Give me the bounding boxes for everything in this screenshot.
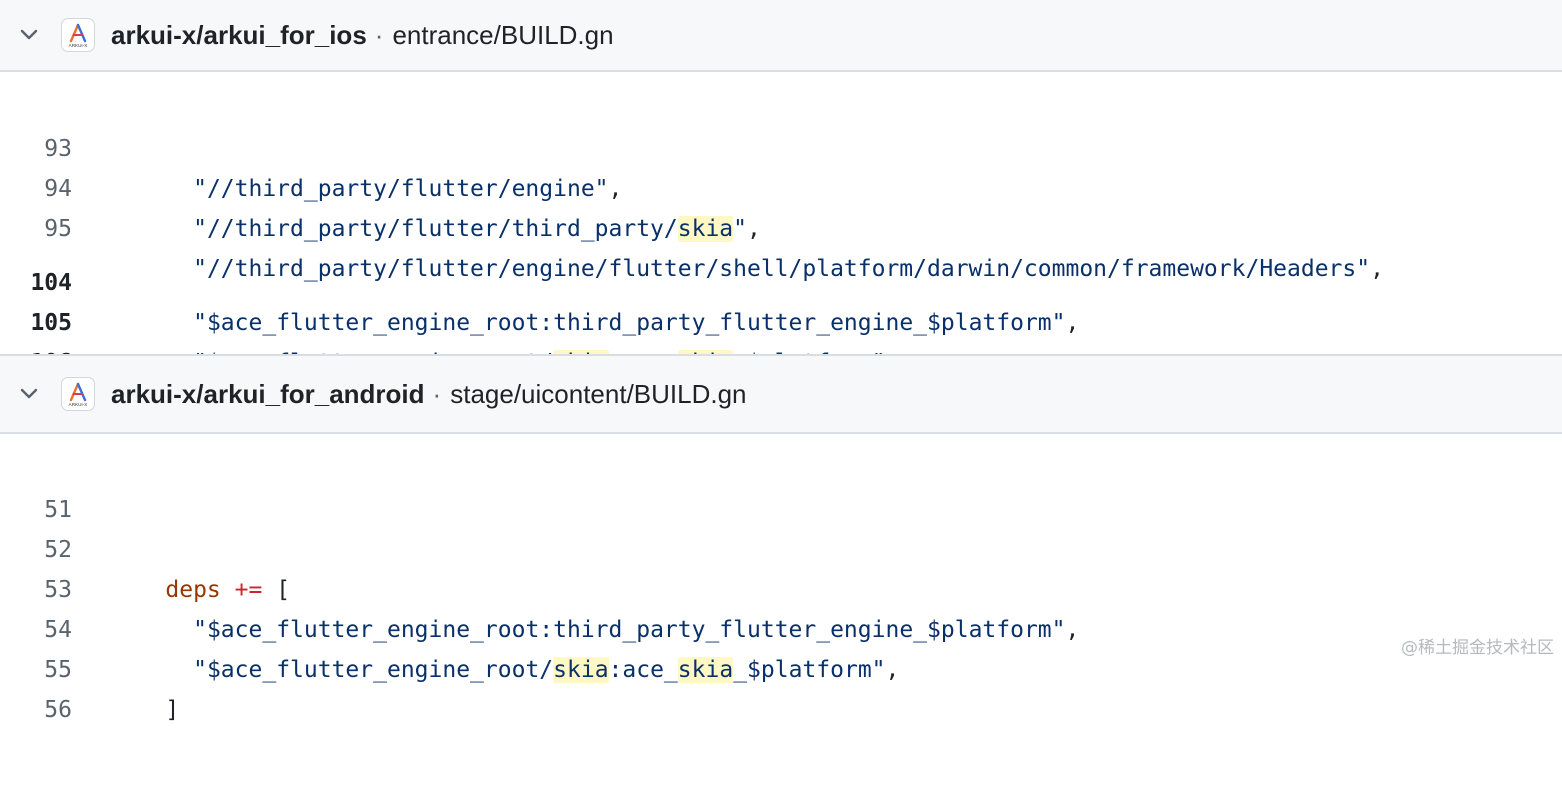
code-line: 51 — [0, 450, 1562, 523]
file-header: ARKUI-X arkui-x/arkui_for_android · stag… — [0, 354, 1562, 434]
watermark: @稀土掘金技术社区 — [1401, 638, 1554, 658]
search-result-ios: ARKUI-X arkui-x/arkui_for_ios · entrance… — [0, 0, 1562, 416]
code-line: 93 "//third_party/flutter/engine", — [0, 89, 1562, 202]
repo-link[interactable]: arkui-x/arkui_for_ios — [111, 20, 367, 51]
file-header: ARKUI-X arkui-x/arkui_for_ios · entrance… — [0, 0, 1562, 72]
line-number[interactable]: 56 — [0, 690, 72, 730]
code-line: 104 "$ace_flutter_engine_root:third_part… — [0, 223, 1562, 336]
chevron-down-icon[interactable] — [19, 25, 39, 45]
arkui-x-logo-icon: ARKUI-X — [61, 18, 95, 52]
code-text: ] — [110, 697, 180, 723]
logo-text: ARKUI-X — [69, 402, 88, 407]
code-line: 54 "$ace_flutter_engine_root/skia:ace_sk… — [0, 570, 1562, 683]
file-path-link[interactable]: entrance/BUILD.gn — [392, 20, 613, 51]
arkui-x-logo-icon: ARKUI-X — [61, 377, 95, 411]
code-line: 95 "//third_party/flutter/engine/flutter… — [0, 169, 1562, 282]
file-path-link[interactable]: stage/uicontent/BUILD.gn — [450, 379, 746, 410]
chevron-down-icon[interactable] — [19, 384, 39, 404]
code-line: 52 deps += [ — [0, 490, 1562, 603]
logo-text: ARKUI-X — [69, 43, 88, 48]
code-line: 53 "$ace_flutter_engine_root:third_party… — [0, 530, 1562, 643]
path-separator: · — [432, 378, 442, 409]
code-line: 55 ] — [0, 610, 1562, 723]
code-line: 105 "$ace_flutter_engine_root/skia:ace_s… — [0, 263, 1562, 376]
search-result-android: ARKUI-X arkui-x/arkui_for_android · stag… — [0, 354, 1562, 723]
path-separator: · — [374, 19, 384, 50]
code-line: 56 — [0, 650, 1562, 723]
code-line: 106 ] — [0, 303, 1562, 416]
repo-link[interactable]: arkui-x/arkui_for_android — [111, 379, 425, 410]
code-line: 94 "//third_party/flutter/third_party/sk… — [0, 129, 1562, 242]
